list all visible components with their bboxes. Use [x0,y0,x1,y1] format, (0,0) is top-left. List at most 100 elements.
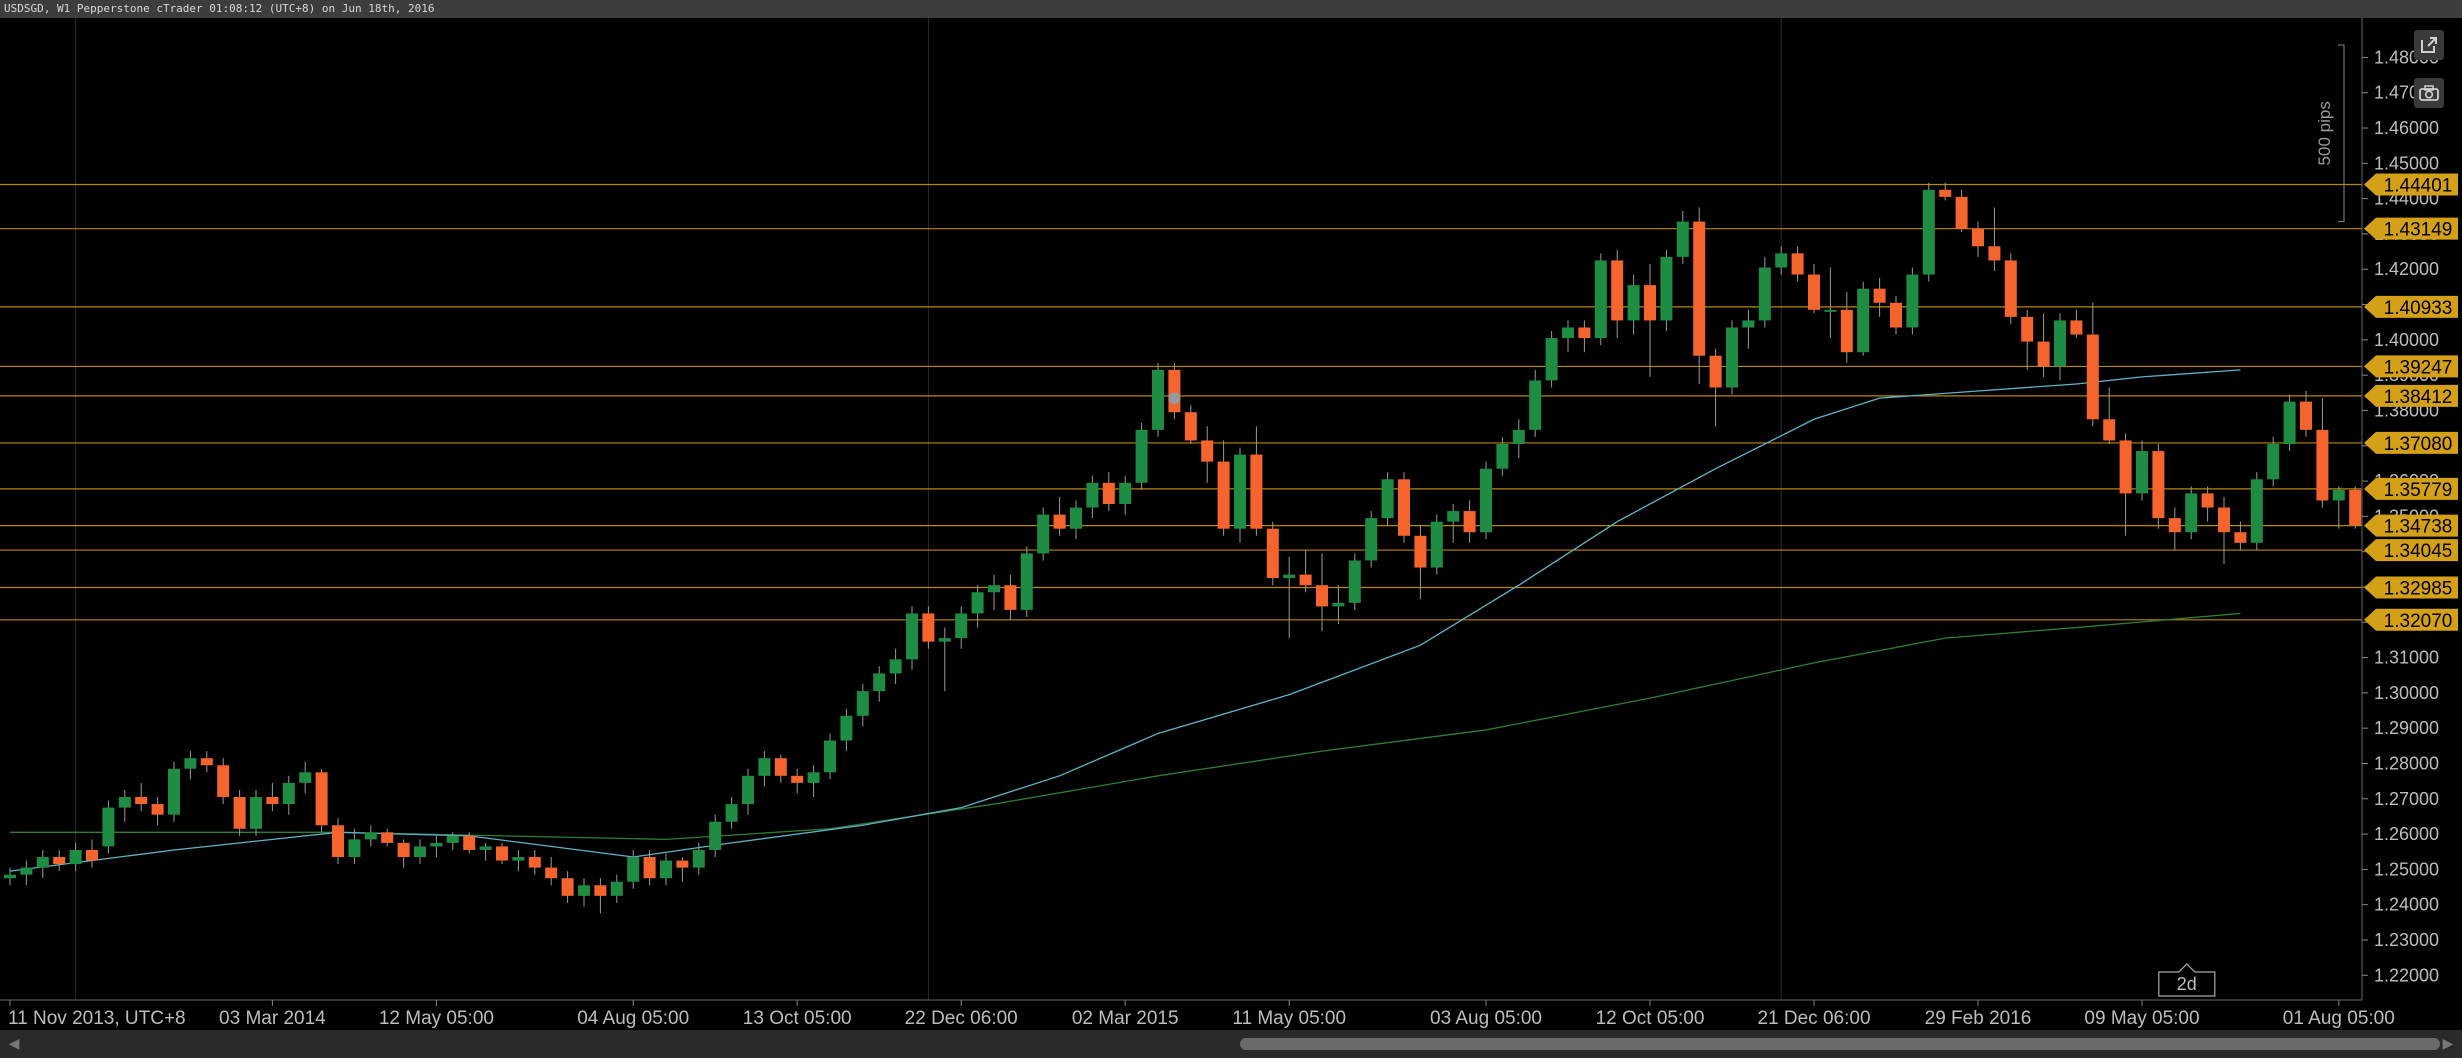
candle-body[interactable] [2283,401,2296,444]
candle[interactable] [2349,486,2362,529]
candle-body[interactable] [1316,585,1328,607]
candle-body[interactable] [1119,482,1132,504]
price-tag[interactable]: 1.35779 [2364,477,2458,501]
candle-body[interactable] [610,881,623,896]
candle-body[interactable] [561,878,574,896]
candle-body[interactable] [2316,429,2329,501]
candle-body[interactable] [1988,246,2001,261]
candle-body[interactable] [1234,454,1246,529]
candle-body[interactable] [676,860,689,868]
candle-body[interactable] [807,772,820,783]
screenshot-button[interactable] [2414,78,2444,108]
candle-body[interactable] [774,758,787,776]
candle-body[interactable] [758,758,771,776]
candle-body[interactable] [2119,440,2132,494]
price-tag[interactable]: 1.34045 [2364,539,2458,562]
candle-body[interactable] [250,797,262,829]
candle-body[interactable] [955,613,968,639]
candle-body[interactable] [102,807,115,847]
candle-body[interactable] [791,775,804,783]
candle[interactable] [1545,331,1558,388]
candle-body[interactable] [1430,521,1443,568]
candle[interactable] [1234,447,1246,543]
candle-body[interactable] [1365,518,1378,561]
candle-body[interactable] [1726,327,1738,388]
candle-body[interactable] [1168,369,1181,413]
candle[interactable] [1168,362,1181,420]
candle-body[interactable] [2218,507,2230,533]
candle[interactable] [1266,521,1279,586]
candle[interactable] [2152,443,2165,529]
candle[interactable] [2283,394,2296,452]
candle-body[interactable] [725,804,738,822]
candle[interactable] [1365,511,1378,568]
candle-body[interactable] [1184,412,1197,441]
candle-body[interactable] [1824,309,1837,312]
candle-body[interactable] [1217,461,1230,529]
candle-body[interactable] [545,867,558,879]
candle-body[interactable] [53,857,66,865]
candle[interactable] [1152,362,1164,437]
candle-body[interactable] [20,867,33,875]
candle[interactable] [1857,281,1870,356]
price-tag[interactable]: 1.39247 [2364,355,2458,378]
candle-body[interactable] [2054,320,2066,367]
price-tag[interactable]: 1.38412 [2364,384,2458,408]
candle-body[interactable] [2004,260,2017,317]
candle-body[interactable] [1152,369,1164,430]
candle-body[interactable] [397,842,410,858]
candle-body[interactable] [1480,468,1492,533]
candle-body[interactable] [971,592,984,614]
candle-body[interactable] [840,715,853,741]
candle-body[interactable] [1906,274,1919,328]
candle-body[interactable] [1135,429,1148,483]
candle-body[interactable] [348,839,361,858]
candle-body[interactable] [643,857,656,879]
candle-body[interactable] [69,849,82,865]
candle-body[interactable] [1102,482,1115,504]
candle-body[interactable] [1791,253,1804,275]
candle-body[interactable] [1070,507,1082,529]
scroll-right-arrow-icon[interactable]: ▶ [2438,1034,2458,1054]
candle[interactable] [1758,256,1771,328]
candle-body[interactable] [496,846,508,861]
horizontal-scrollbar[interactable]: ◀ ▶ [0,1030,2462,1058]
candle-body[interactable] [578,885,590,896]
candle-body[interactable] [1660,256,1673,321]
candle-body[interactable] [742,775,754,805]
candle-body[interactable] [364,832,377,840]
candle-body[interactable] [1266,528,1279,579]
candle[interactable] [1348,553,1361,610]
candle-body[interactable] [2349,489,2362,526]
candle[interactable] [2267,436,2280,487]
candle-body[interactable] [1545,338,1558,381]
candle-body[interactable] [889,659,902,674]
candle-body[interactable] [151,804,164,815]
candle-body[interactable] [1283,574,1296,579]
candle[interactable] [2004,253,2017,324]
candle-body[interactable] [1020,553,1033,610]
candle-body[interactable] [1627,285,1640,321]
candle[interactable] [315,768,328,833]
candle-body[interactable] [660,860,672,879]
candle-body[interactable] [1086,482,1099,508]
candle-body[interactable] [1463,511,1476,533]
scroll-left-arrow-icon[interactable]: ◀ [4,1034,24,1054]
candle[interactable] [1660,249,1673,332]
candle-body[interactable] [266,797,279,805]
candle-body[interactable] [1922,189,1935,275]
candle-body[interactable] [200,758,213,766]
candle-body[interactable] [2070,320,2083,335]
price-tag[interactable]: 1.44401 [2364,173,2458,196]
candle-body[interactable] [1332,602,1345,607]
candle-body[interactable] [299,772,312,783]
candle-body[interactable] [118,797,131,808]
candle-body[interactable] [2234,532,2247,543]
candle-body[interactable] [1709,355,1722,388]
candle-body[interactable] [1808,274,1820,310]
candle[interactable] [1922,182,1935,282]
candle-body[interactable] [1840,309,1853,353]
candle-body[interactable] [414,846,426,858]
candle-body[interactable] [446,835,459,843]
candle-body[interactable] [2267,443,2280,480]
